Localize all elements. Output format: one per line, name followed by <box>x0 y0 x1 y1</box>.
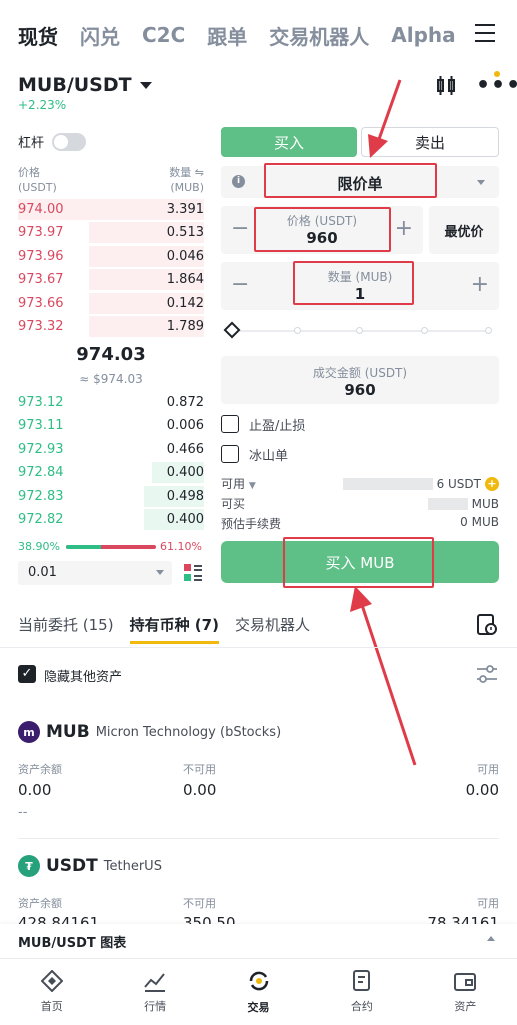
ask-price: 974.00 <box>18 202 64 217</box>
mub-logo-icon: m <box>18 721 40 743</box>
ask-qty: 1.789 <box>166 319 204 334</box>
ask-qty: 1.864 <box>166 272 204 288</box>
ask-price: 973.97 <box>18 225 64 241</box>
asset-usdt[interactable]: ₮ USDT TetherUS <box>18 855 162 877</box>
order-history-icon[interactable] <box>476 614 498 636</box>
balance-label: 资产余额 <box>18 897 62 910</box>
tab-holdings[interactable]: 持有币种 (7) <box>129 614 219 644</box>
ask-price: 973.96 <box>18 248 64 264</box>
arrow-head-icon <box>368 134 388 158</box>
nav-home[interactable]: 首页 <box>0 959 103 1025</box>
nav-futures[interactable]: 合约 <box>310 959 413 1025</box>
asset-fullname: TetherUS <box>103 858 162 874</box>
ask-price: 973.66 <box>18 295 64 311</box>
chart-drawer[interactable]: MUB/USDT 图表 <box>0 924 517 958</box>
tab-bots[interactable]: 交易机器人 <box>235 614 310 644</box>
bid-qty: 0.400 <box>166 512 204 527</box>
ask-qty: 3.391 <box>166 202 204 217</box>
balance-sub: -- <box>18 805 28 820</box>
frozen-label: 不可用 <box>183 897 216 910</box>
chart-drawer-label: MUB/USDT 图表 <box>18 936 127 951</box>
nav-markets[interactable]: 行情 <box>103 959 206 1025</box>
wallet-icon <box>454 973 477 991</box>
ask-price: 973.32 <box>18 319 64 334</box>
asset-symbol: MUB <box>46 722 90 742</box>
nav-home-label: 首页 <box>40 1000 63 1013</box>
divider <box>0 647 517 648</box>
nav-assets-label: 资产 <box>454 1000 477 1013</box>
hide-other-checkbox[interactable]: ✓ <box>18 665 36 683</box>
nav-assets[interactable]: 资产 <box>414 959 517 1025</box>
ask-qty: 0.046 <box>166 248 204 264</box>
bid-price: 973.12 <box>18 395 64 410</box>
avail-label: 可用 <box>477 763 499 776</box>
usdt-logo-icon: ₮ <box>18 855 40 877</box>
divider <box>18 838 499 839</box>
chevron-up-icon[interactable] <box>487 936 495 941</box>
ask-qty: 0.513 <box>166 225 204 241</box>
arrow-head-icon <box>350 586 372 612</box>
markets-icon <box>144 973 166 992</box>
avail-label: 可用 <box>477 897 499 910</box>
bid-qty: 0.872 <box>166 395 204 410</box>
balance-value: 0.00 <box>18 781 52 799</box>
futures-icon <box>352 970 370 991</box>
ask-qty: 0.142 <box>166 295 204 311</box>
bid-price: 972.83 <box>18 488 64 504</box>
avail-value: 0.00 <box>465 781 499 799</box>
filter-icon[interactable] <box>476 664 498 684</box>
bid-qty: 0.466 <box>166 441 204 457</box>
nav-trade[interactable]: 交易 <box>207 959 310 1025</box>
bid-price: 972.82 <box>18 512 64 527</box>
home-icon <box>40 970 63 992</box>
bid-qty: 0.006 <box>166 418 204 434</box>
bid-qty: 0.498 <box>166 488 204 504</box>
ask-price: 973.67 <box>18 272 64 288</box>
nav-futures-label: 合约 <box>350 1000 373 1013</box>
bid-price: 972.84 <box>18 465 64 481</box>
asset-fullname: Micron Technology (bStocks) <box>95 724 282 740</box>
bid-price: 973.11 <box>18 418 64 434</box>
frozen-label: 不可用 <box>183 763 216 776</box>
nav-markets-label: 行情 <box>144 1000 167 1013</box>
tab-open-orders[interactable]: 当前委托 (15) <box>18 614 114 644</box>
balance-label: 资产余额 <box>18 763 62 776</box>
bid-price: 972.93 <box>18 441 64 457</box>
trade-icon <box>249 971 268 991</box>
asset-symbol: USDT <box>46 856 98 876</box>
hide-other-label: 隐藏其他资产 <box>44 670 123 685</box>
nav-trade-label: 交易 <box>247 1001 270 1014</box>
bid-qty: 0.400 <box>166 465 204 481</box>
asset-mub[interactable]: m MUB Micron Technology (bStocks) <box>18 721 281 743</box>
lower-tabs: 当前委托 (15) 持有币种 (7) 交易机器人 <box>18 614 310 644</box>
bottom-nav: 首页 行情 交易 合约 资产 <box>0 958 517 1025</box>
frozen-value: 0.00 <box>183 781 217 799</box>
